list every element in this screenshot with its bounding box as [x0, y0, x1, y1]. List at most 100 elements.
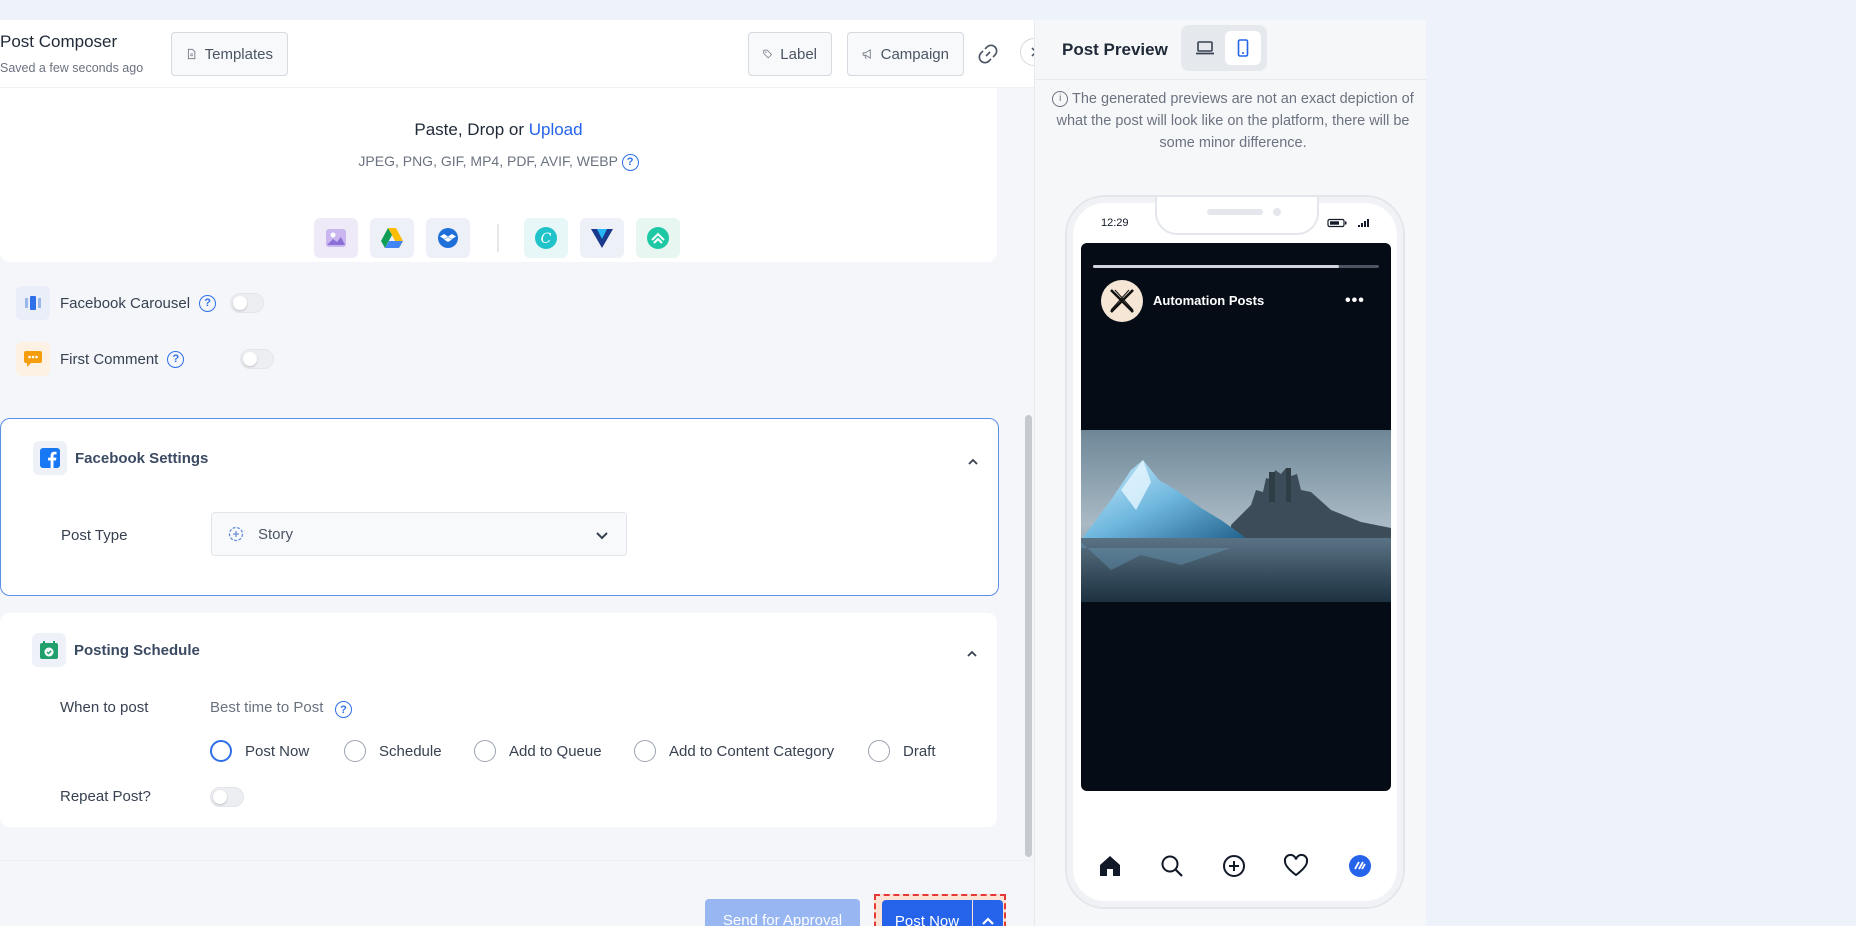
templates-button[interactable]: Templates: [171, 32, 288, 76]
device-toggle: [1181, 25, 1267, 71]
search-icon: [1161, 855, 1183, 877]
story-progress-fill: [1093, 265, 1339, 268]
best-time-label: Best time to Post: [210, 699, 324, 716]
calendar-check-icon: [32, 633, 66, 667]
camera: [1273, 208, 1281, 216]
phone-bottom-nav: [1097, 853, 1377, 883]
first-comment-label: First Comment: [60, 350, 159, 368]
story-preview: Automation Posts •••: [1081, 243, 1391, 791]
phone-time: 12:29: [1101, 217, 1129, 229]
media-library-icon[interactable]: [314, 218, 358, 258]
radio-add-to-queue[interactable]: Add to Queue: [474, 740, 602, 762]
post-now-button[interactable]: Post Now: [882, 900, 972, 926]
google-drive-icon[interactable]: [370, 218, 414, 258]
post-type-select[interactable]: Story: [211, 512, 627, 556]
radio-circle: [868, 740, 890, 762]
post-now-label: Post Now: [894, 912, 960, 926]
first-comment-option: First Comment ?: [16, 341, 275, 377]
media-upload-area[interactable]: Paste, Drop or Upload JPEG, PNG, GIF, MP…: [0, 82, 997, 262]
desktop-view-button[interactable]: [1187, 31, 1223, 65]
composer-header: Post Composer Saved a few seconds ago Te…: [0, 20, 1034, 88]
mobile-view-button[interactable]: [1225, 31, 1261, 65]
repeat-post-toggle[interactable]: [210, 787, 244, 807]
svg-text:C: C: [541, 231, 552, 247]
help-icon[interactable]: ?: [335, 701, 352, 718]
radio-schedule[interactable]: Schedule: [344, 740, 442, 762]
approval-label: Send for Approval: [722, 911, 843, 926]
campaign-button-text: Campaign: [880, 45, 949, 63]
account-name: Automation Posts: [1153, 293, 1265, 308]
radio-circle: [344, 740, 366, 762]
post-type-label: Post Type: [61, 527, 128, 544]
dropbox-icon[interactable]: [426, 218, 470, 258]
disclaimer-text: The generated previews are not an exact …: [1056, 91, 1414, 151]
phone-mockup: 12:29 Automation Posts •••: [1065, 195, 1405, 909]
posting-schedule-header[interactable]: Posting Schedule: [32, 633, 200, 667]
preview-title: Post Preview: [1062, 40, 1168, 59]
radio-post-now[interactable]: Post Now: [210, 740, 309, 762]
avatar: [1101, 280, 1143, 322]
posting-schedule-title: Posting Schedule: [74, 641, 200, 659]
post-options-dropdown[interactable]: [973, 900, 1003, 926]
home-icon: [1100, 856, 1120, 876]
send-for-approval-button[interactable]: Send for Approval: [705, 899, 860, 926]
composer-footer: Send for Approval Post Now: [0, 860, 1034, 926]
help-icon[interactable]: ?: [621, 153, 639, 171]
canva-icon[interactable]: C: [524, 218, 568, 258]
battery-signal-icon: [1327, 218, 1369, 228]
chevron-up-icon[interactable]: [965, 647, 979, 661]
facebook-carousel-option: Facebook Carousel ?: [16, 285, 265, 321]
templates-label: Templates: [204, 45, 273, 63]
chevron-up-icon: [982, 917, 994, 925]
add-icon: [1223, 855, 1245, 877]
posting-schedule-section: Posting Schedule When to post Best time …: [0, 613, 997, 827]
radio-label: Add to Content Category: [669, 742, 835, 760]
facebook-settings-header[interactable]: Facebook Settings: [33, 441, 208, 475]
supported-formats: JPEG, PNG, GIF, MP4, PDF, AVIF, WEBP ?: [0, 153, 997, 171]
chevron-up-icon[interactable]: [966, 455, 980, 469]
campaign-button[interactable]: Campaign: [847, 32, 964, 76]
carousel-label: Facebook Carousel: [60, 294, 191, 312]
more-options-icon[interactable]: •••: [1345, 292, 1365, 310]
label-button[interactable]: Label: [748, 32, 832, 76]
radio-label: Post Now: [245, 742, 310, 760]
upload-link[interactable]: Upload: [529, 120, 583, 139]
help-icon[interactable]: ?: [167, 350, 185, 368]
laptop-icon: [1196, 41, 1214, 55]
first-comment-toggle[interactable]: [240, 349, 275, 369]
carousel-toggle[interactable]: [230, 293, 265, 313]
profile-icon: [1349, 855, 1371, 877]
post-preview-panel: Post Preview i The generated previews ar…: [1034, 20, 1426, 926]
speaker: [1207, 209, 1263, 215]
link-icon[interactable]: [976, 42, 1000, 66]
sources-divider: [497, 224, 499, 252]
label-button-text: Label: [780, 45, 817, 63]
facebook-settings-section: Facebook Settings Post Type Story: [0, 418, 999, 596]
radio-circle: [210, 740, 232, 762]
post-composer-panel: Paste, Drop or Upload JPEG, PNG, GIF, MP…: [0, 20, 1034, 926]
info-icon: i: [1052, 91, 1069, 108]
radio-add-to-content-category[interactable]: Add to Content Category: [634, 740, 834, 762]
page-title: Post Composer: [0, 32, 118, 51]
chevron-down-icon: [596, 532, 608, 540]
preview-header: Post Preview: [1035, 20, 1426, 80]
radio-label: Schedule: [379, 742, 442, 760]
radio-draft[interactable]: Draft: [868, 740, 936, 762]
repeat-post-label: Repeat Post?: [60, 788, 151, 805]
scrollbar[interactable]: [1025, 415, 1032, 857]
radio-circle: [474, 740, 496, 762]
when-to-post-label: When to post: [60, 699, 149, 716]
document-icon: [187, 48, 196, 60]
story-progress-bar: [1093, 265, 1379, 268]
vista-create-icon[interactable]: [580, 218, 624, 258]
facebook-icon: [33, 441, 67, 475]
mobile-icon: [1237, 39, 1249, 57]
post-now-group: Post Now: [874, 894, 1006, 926]
tag-icon: [763, 49, 773, 59]
radio-label: Add to Queue: [509, 742, 602, 760]
help-icon[interactable]: ?: [199, 294, 217, 312]
upload-prompt: Paste, Drop or: [414, 120, 529, 139]
story-image: [1081, 430, 1391, 602]
postnitro-icon[interactable]: [636, 218, 680, 258]
megaphone-icon: [862, 49, 871, 59]
